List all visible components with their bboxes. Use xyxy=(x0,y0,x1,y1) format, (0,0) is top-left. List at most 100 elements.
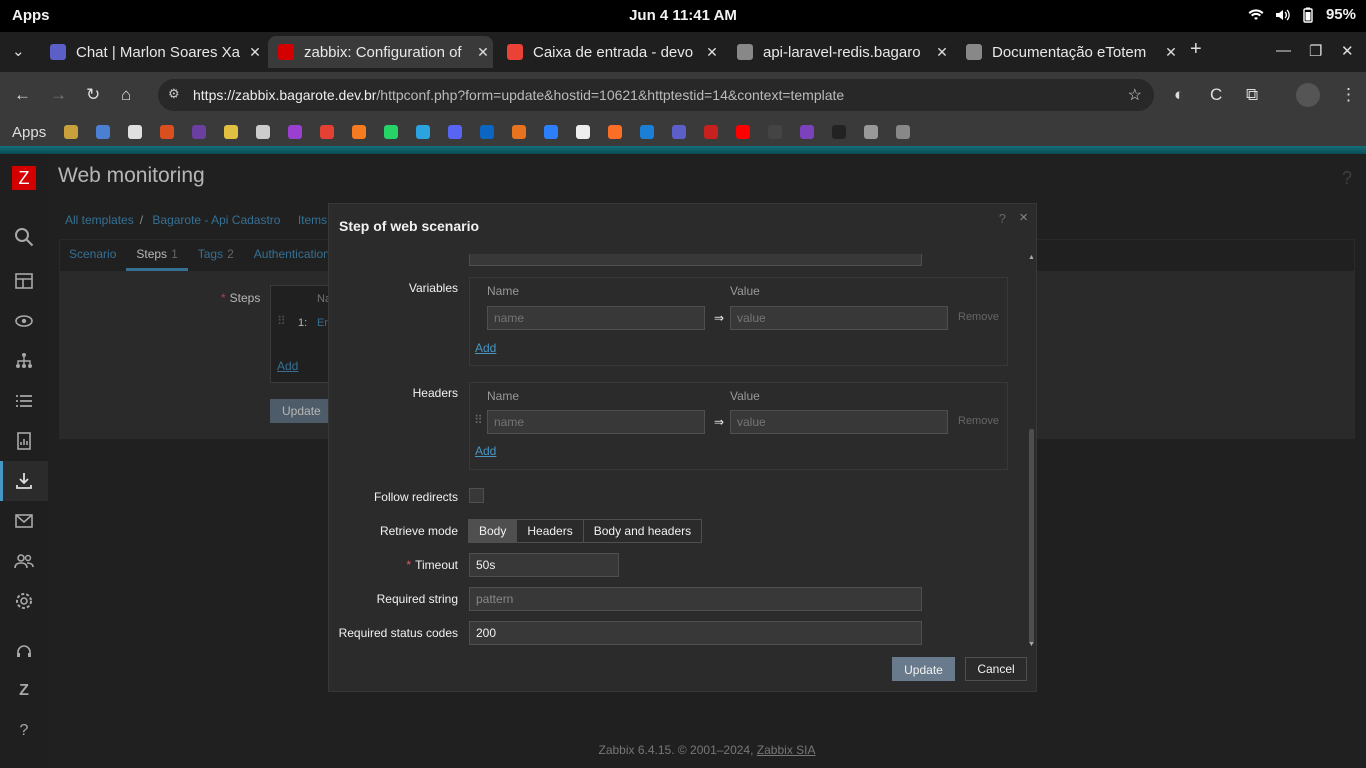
users-icon[interactable] xyxy=(14,551,34,571)
dashboards-icon[interactable] xyxy=(14,271,34,291)
header-remove-button[interactable]: Remove xyxy=(958,415,999,427)
data-collection-icon[interactable] xyxy=(14,471,34,491)
search-icon[interactable] xyxy=(14,227,34,247)
home-icon[interactable]: ⌂ xyxy=(121,85,131,105)
services-icon[interactable] xyxy=(14,351,34,371)
administration-gear-icon[interactable] xyxy=(14,591,34,611)
profile-avatar[interactable] xyxy=(1296,83,1320,107)
retrieve-mode-headers[interactable]: Headers xyxy=(516,519,584,543)
bookmark-icon[interactable] xyxy=(672,125,687,139)
bookmark-icon[interactable] xyxy=(704,125,719,139)
new-tab-plus-icon[interactable]: + xyxy=(1190,38,1202,61)
bookmark-icon[interactable] xyxy=(608,125,623,139)
forward-arrow-icon[interactable]: → xyxy=(50,85,67,105)
bookmark-icon[interactable] xyxy=(64,125,79,139)
bookmark-icon[interactable] xyxy=(736,125,751,139)
required-string-input[interactable]: pattern xyxy=(469,587,922,611)
zabbix-logo[interactable]: Z xyxy=(12,166,36,190)
dialog-help-icon[interactable]: ? xyxy=(999,211,1006,226)
retrieve-mode-body-and-headers[interactable]: Body and headers xyxy=(582,519,703,543)
maximize-icon[interactable]: ❐ xyxy=(1309,42,1322,60)
reports-icon[interactable] xyxy=(14,431,34,451)
header-value-input[interactable] xyxy=(730,410,948,434)
dialog-update-button[interactable]: Update xyxy=(892,657,955,681)
extension-icon[interactable]: ◐ xyxy=(1174,85,1184,105)
post-fields-textarea-bottom[interactable] xyxy=(469,254,922,266)
bookmark-icon[interactable] xyxy=(864,125,879,139)
browser-tab[interactable]: Documentação eTotem ✕ xyxy=(956,36,1181,68)
extension-c-icon[interactable]: C xyxy=(1210,85,1222,105)
bookmark-icon[interactable] xyxy=(768,125,783,139)
footer-link[interactable]: Zabbix SIA xyxy=(757,743,816,757)
scroll-up-arrow[interactable]: ▲ xyxy=(1028,254,1035,261)
bookmark-icon[interactable] xyxy=(96,125,111,139)
monitoring-eye-icon[interactable] xyxy=(14,311,34,331)
bookmark-icon[interactable] xyxy=(832,125,847,139)
browser-menu-icon[interactable]: ⋮ xyxy=(1340,85,1357,105)
browser-tab[interactable]: Chat | Marlon Soares Xa ✕ xyxy=(40,36,265,68)
bookmark-icon[interactable] xyxy=(160,125,175,139)
bookmark-icon[interactable] xyxy=(640,125,655,139)
support-headset-icon[interactable] xyxy=(14,642,34,662)
bookmark-icon[interactable] xyxy=(448,125,463,139)
tab-close-icon[interactable]: ✕ xyxy=(473,44,493,61)
variable-value-input[interactable] xyxy=(730,306,948,330)
extensions-puzzle-icon[interactable]: ⧉ xyxy=(1246,85,1258,105)
variable-remove-button[interactable]: Remove xyxy=(958,311,999,323)
header-name-input[interactable] xyxy=(487,410,705,434)
bookmark-icon[interactable] xyxy=(288,125,303,139)
bookmarks-apps[interactable]: Apps xyxy=(12,124,46,141)
retrieve-mode-body[interactable]: Body xyxy=(468,519,518,543)
follow-redirects-checkbox[interactable] xyxy=(469,488,484,503)
dialog-cancel-button[interactable]: Cancel xyxy=(965,657,1027,681)
inventory-list-icon[interactable] xyxy=(14,391,34,411)
bookmark-icon[interactable] xyxy=(384,125,399,139)
header-drag-handle-icon[interactable]: ⠿ xyxy=(474,413,483,427)
close-window-icon[interactable]: ✕ xyxy=(1341,42,1354,60)
tab-search-chevron-icon[interactable]: ⌄ xyxy=(12,42,25,60)
sidebar-active-marker xyxy=(0,461,3,501)
url-text[interactable]: https://zabbix.bagarote.dev.br/httpconf.… xyxy=(193,87,844,103)
os-apps-menu[interactable]: Apps xyxy=(12,7,50,24)
required-status-input[interactable]: 200 xyxy=(469,621,922,645)
help-icon[interactable]: ? xyxy=(14,722,34,742)
bookmark-icon[interactable] xyxy=(544,125,559,139)
tab-close-icon[interactable]: ✕ xyxy=(245,44,265,61)
browser-tab[interactable]: api-laravel-redis.bagaro ✕ xyxy=(727,36,952,68)
bookmark-icon[interactable] xyxy=(800,125,815,139)
os-clock[interactable]: Jun 4 11:41 AM xyxy=(0,7,1366,24)
integrations-z-icon[interactable]: Z xyxy=(14,682,34,702)
address-bar[interactable]: ⚙ https://zabbix.bagarote.dev.br/httpcon… xyxy=(158,79,1154,111)
alerts-mail-icon[interactable] xyxy=(14,511,34,531)
dialog-scrollbar-thumb[interactable] xyxy=(1029,429,1034,644)
variable-name-input[interactable] xyxy=(487,306,705,330)
bookmark-icon[interactable] xyxy=(224,125,239,139)
system-tray[interactable]: 95% xyxy=(1248,6,1356,23)
browser-tab[interactable]: Caixa de entrada - devo ✕ xyxy=(497,36,722,68)
tab-close-icon[interactable]: ✕ xyxy=(932,44,952,61)
site-info-icon[interactable]: ⚙ xyxy=(168,86,180,102)
bookmark-icon[interactable] xyxy=(512,125,527,139)
bookmark-icon[interactable] xyxy=(416,125,431,139)
bookmark-icon[interactable] xyxy=(576,125,591,139)
variables-col-value: Value xyxy=(730,284,760,298)
tab-close-icon[interactable]: ✕ xyxy=(1161,44,1181,61)
header-add-link[interactable]: Add xyxy=(475,444,496,458)
bookmark-icon[interactable] xyxy=(192,125,207,139)
browser-tab[interactable]: zabbix: Configuration of ✕ xyxy=(268,36,493,68)
minimize-icon[interactable]: — xyxy=(1276,42,1291,59)
bookmark-icon[interactable] xyxy=(480,125,495,139)
scroll-down-arrow[interactable]: ▼ xyxy=(1028,641,1035,648)
bookmark-star-icon[interactable]: ☆ xyxy=(1128,85,1142,105)
dialog-close-icon[interactable]: × xyxy=(1019,209,1028,226)
bookmark-icon[interactable] xyxy=(352,125,367,139)
reload-icon[interactable]: ↻ xyxy=(86,85,100,105)
back-arrow-icon[interactable]: ← xyxy=(14,85,31,105)
bookmark-icon[interactable] xyxy=(256,125,271,139)
tab-close-icon[interactable]: ✕ xyxy=(702,44,722,61)
timeout-input[interactable]: 50s xyxy=(469,553,619,577)
variable-add-link[interactable]: Add xyxy=(475,341,496,355)
bookmark-icon[interactable] xyxy=(128,125,143,139)
bookmark-icon[interactable] xyxy=(320,125,335,139)
bookmark-icon[interactable] xyxy=(896,125,911,139)
